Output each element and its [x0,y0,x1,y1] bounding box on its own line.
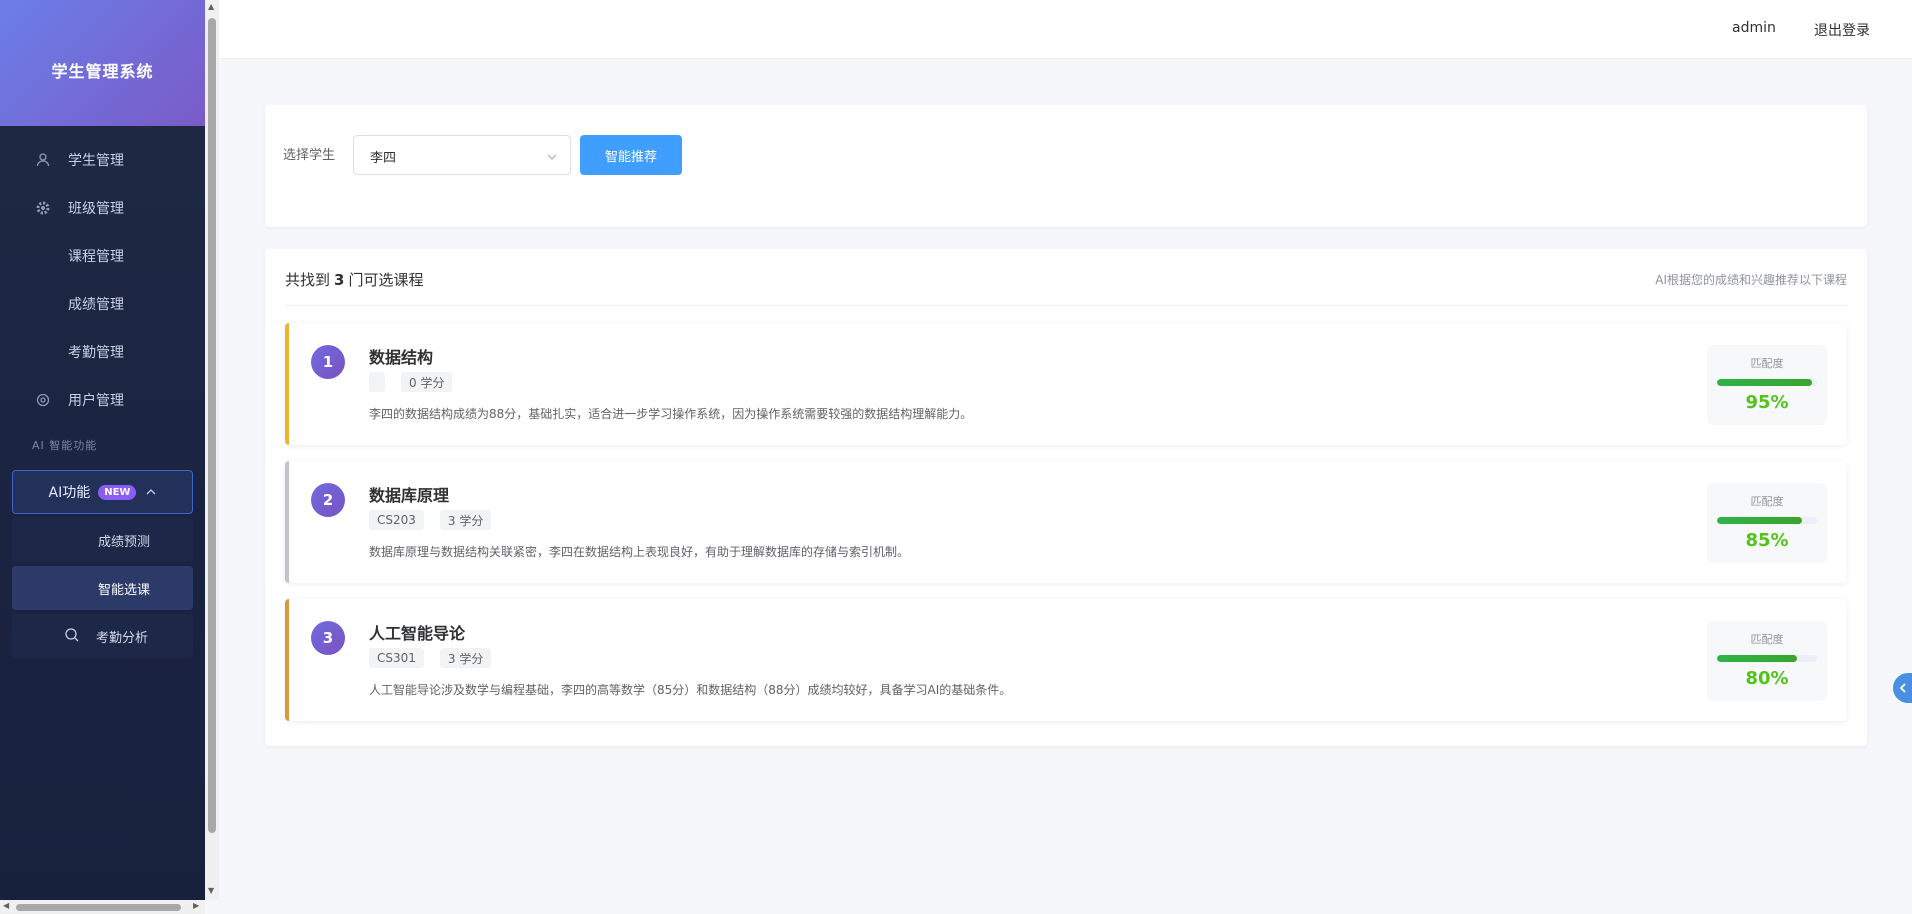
sidebar-item-grade-prediction[interactable]: 成绩预测 [12,518,193,562]
sidebar-item-label: 智能选课 [98,582,151,598]
results-count: 3 [334,271,345,289]
sidebar-item-label: 班级管理 [68,201,124,217]
sidebar-item-label: 成绩预测 [98,534,151,550]
smart-recommend-button[interactable]: 智能推荐 [580,135,682,175]
course-description: 数据库原理与数据结构关联紧密，李四在数据结构上表现良好，有助于理解数据库的存储与… [369,545,910,559]
match-percent: 95% [1745,392,1789,413]
sidebar-item-attendance[interactable]: 考勤管理 [0,328,205,376]
recommendation-results-card: 共找到 3 门可选课程 AI根据您的成绩和兴趣推荐以下课程 1 数据结构 0 学分 … [265,249,1867,746]
vertical-scrollbar[interactable]: ▲ ▼ [205,0,219,900]
match-percent: 80% [1745,668,1789,689]
horizontal-scrollbar[interactable]: ◀ ▶ [0,900,205,914]
course-tags: 0 学分 [369,372,468,392]
course-card[interactable]: 2 数据库原理 CS203 3 学分 数据库原理与数据结构关联紧密，李四在数据结… [285,461,1847,583]
sidebar-item-courses[interactable]: 课程管理 [0,232,205,280]
course-card[interactable]: 1 数据结构 0 学分 李四的数据结构成绩为88分，基础扎实，适合进一步学习操作… [285,323,1847,445]
course-credits-tag: 3 学分 [439,510,492,530]
sidebar-item-smart-course-selection[interactable]: 智能选课 [12,566,193,610]
course-name: 数据结构 [369,348,434,367]
scroll-up-arrow-icon[interactable]: ▲ [208,2,214,11]
select-student-label: 选择学生 [283,148,336,163]
course-credits-tag: 0 学分 [401,372,453,392]
top-header: admin 退出登录 [219,0,1912,59]
course-description: 人工智能导论涉及数学与编程基础，李四的高等数学（85分）和数据结构（88分）成绩… [369,683,1012,697]
section-label-ai: AI 智能功能 [32,439,98,452]
user-icon [34,151,52,169]
match-progress-bar [1717,517,1817,524]
scroll-right-arrow-icon[interactable]: ▶ [193,901,199,910]
username[interactable]: admin [1732,20,1776,36]
course-name: 人工智能导论 [369,624,466,643]
match-percent: 85% [1745,530,1789,551]
app-title: 学生管理系统 [51,62,154,81]
sidebar-item-grades[interactable]: 成绩管理 [0,280,205,328]
results-suffix: 门可选课程 [348,271,424,289]
course-description: 李四的数据结构成绩为88分，基础扎实，适合进一步学习操作系统，因为操作系统需要较… [369,407,973,421]
match-progress-fill [1717,379,1812,386]
rank-badge: 2 [311,483,345,517]
search-icon [64,627,82,645]
course-tags: CS301 3 学分 [369,648,507,668]
course-credits-tag: 3 学分 [439,648,492,668]
vertical-scroll-thumb[interactable] [208,18,216,833]
course-code-tag [369,372,385,392]
match-score: 匹配度 80% [1707,621,1827,701]
brand: 学生管理系统 [0,0,205,126]
sidebar-item-label: 课程管理 [68,249,124,265]
logout-link[interactable]: 退出登录 [1814,20,1870,40]
match-label: 匹配度 [1750,495,1784,508]
chevron-down-icon [546,148,558,167]
course-name: 数据库原理 [369,486,450,505]
course-code-tag: CS301 [369,648,424,668]
course-tags: CS203 3 学分 [369,510,507,530]
student-filter-card: 选择学生 李四 智能推荐 [265,105,1867,227]
match-score: 匹配度 85% [1707,483,1827,563]
match-progress-fill [1717,517,1802,524]
results-summary: 共找到 3 门可选课程 [285,269,423,290]
gear-icon [34,199,52,217]
match-progress-bar [1717,379,1817,386]
match-progress-bar [1717,655,1817,662]
rank-badge: 1 [311,345,345,379]
chevron-up-icon [146,484,156,500]
sidebar-item-label: 成绩管理 [68,297,124,313]
sidebar-item-label: 用户管理 [68,393,124,409]
rank-badge: 3 [311,621,345,655]
match-score: 匹配度 95% [1707,345,1827,425]
course-code-tag: CS203 [369,510,424,530]
chevron-left-icon [1899,679,1907,698]
sidebar: 学生管理系统 学生管理 班级管理 课程管理 成绩管理 考勤管理 用户管理 AI … [0,0,205,914]
ai-group-label: AI功能 [48,485,91,501]
divider [285,305,1847,306]
horizontal-scroll-thumb[interactable] [16,904,181,911]
sidebar-item-label: 考勤分析 [96,630,149,646]
floating-panel-toggle[interactable] [1893,673,1912,703]
course-card[interactable]: 3 人工智能导论 CS301 3 学分 人工智能导论涉及数学与编程基础，李四的高… [285,599,1847,721]
sidebar-item-users[interactable]: 用户管理 [0,376,205,424]
results-prefix: 共找到 [285,271,331,289]
ai-features-group[interactable]: AI功能 NEW [12,470,193,514]
sidebar-item-label: 学生管理 [68,153,124,169]
scroll-down-arrow-icon[interactable]: ▼ [208,886,214,895]
sidebar-item-students[interactable]: 学生管理 [0,136,205,184]
match-label: 匹配度 [1750,357,1784,370]
new-badge: NEW [98,484,137,500]
settings-icon [34,391,52,409]
results-hint: AI根据您的成绩和兴趣推荐以下课程 [1655,273,1847,287]
sidebar-item-attendance-analysis[interactable]: 考勤分析 [12,614,193,658]
match-label: 匹配度 [1750,633,1784,646]
sidebar-item-label: 考勤管理 [68,345,124,361]
student-select-value: 李四 [370,151,397,166]
student-select[interactable]: 李四 [353,135,571,175]
sidebar-menu: 学生管理 班级管理 课程管理 成绩管理 考勤管理 用户管理 AI 智能功能 AI… [0,126,205,658]
scroll-left-arrow-icon[interactable]: ◀ [3,901,9,910]
sidebar-item-classes[interactable]: 班级管理 [0,184,205,232]
match-progress-fill [1717,655,1797,662]
